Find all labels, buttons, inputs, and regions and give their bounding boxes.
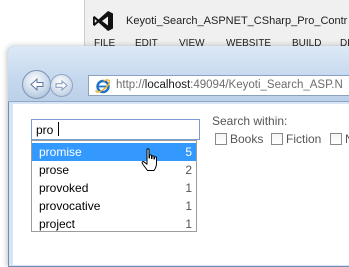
back-arrow-icon — [30, 77, 44, 92]
url-host: localhost — [144, 79, 191, 91]
suggestion-word: promise — [39, 145, 82, 159]
suggestion-word: provocative — [39, 199, 101, 213]
autocomplete-item-prose[interactable]: prose 2 — [32, 161, 196, 179]
address-url: http://localhost:49094/Keyoti_Search_ASP… — [116, 79, 343, 91]
filter-fiction-label: Fiction — [286, 132, 322, 146]
autocomplete-list: promise 5 prose 2 provoked 1 provocative… — [31, 140, 197, 232]
suggestion-count: 1 — [185, 217, 192, 231]
url-path: :49094/Keyoti_Search_ASP.N — [190, 79, 343, 91]
autocomplete-item-promise[interactable]: promise 5 — [32, 143, 196, 161]
n-checkbox[interactable] — [330, 133, 342, 145]
back-button[interactable] — [22, 70, 51, 99]
suggestion-count: 1 — [185, 181, 192, 195]
suggestion-word: provoked — [39, 181, 89, 195]
suggestion-count: 5 — [185, 145, 192, 159]
hand-cursor-icon — [141, 148, 157, 171]
address-bar[interactable]: http://localhost:49094/Keyoti_Search_ASP… — [88, 75, 349, 96]
autocomplete-item-provoked[interactable]: provoked 1 — [32, 179, 196, 197]
text-caret — [58, 122, 59, 136]
suggestion-count: 2 — [185, 163, 192, 177]
url-scheme: http:// — [116, 79, 145, 91]
forward-arrow-icon — [55, 79, 68, 92]
filter-n-label: N — [345, 132, 349, 146]
forward-button[interactable] — [50, 74, 73, 97]
autocomplete-item-project[interactable]: project 1 — [32, 215, 196, 233]
fiction-checkbox[interactable] — [271, 133, 283, 145]
suggestion-count: 1 — [185, 199, 192, 213]
suggestion-word: project — [39, 217, 76, 231]
suggestion-word: prose — [39, 163, 70, 177]
books-checkbox[interactable] — [215, 133, 227, 145]
search-within-label: Search within: — [212, 114, 288, 128]
autocomplete-item-provocative[interactable]: provocative 1 — [32, 197, 196, 215]
filter-books-label: Books — [230, 132, 264, 146]
search-input[interactable] — [31, 119, 200, 140]
visual-studio-logo-icon — [93, 11, 113, 31]
vs-window-title: Keyoti_Search_ASPNET_CSharp_Pro_Contr — [126, 15, 348, 27]
internet-explorer-icon — [95, 79, 111, 94]
